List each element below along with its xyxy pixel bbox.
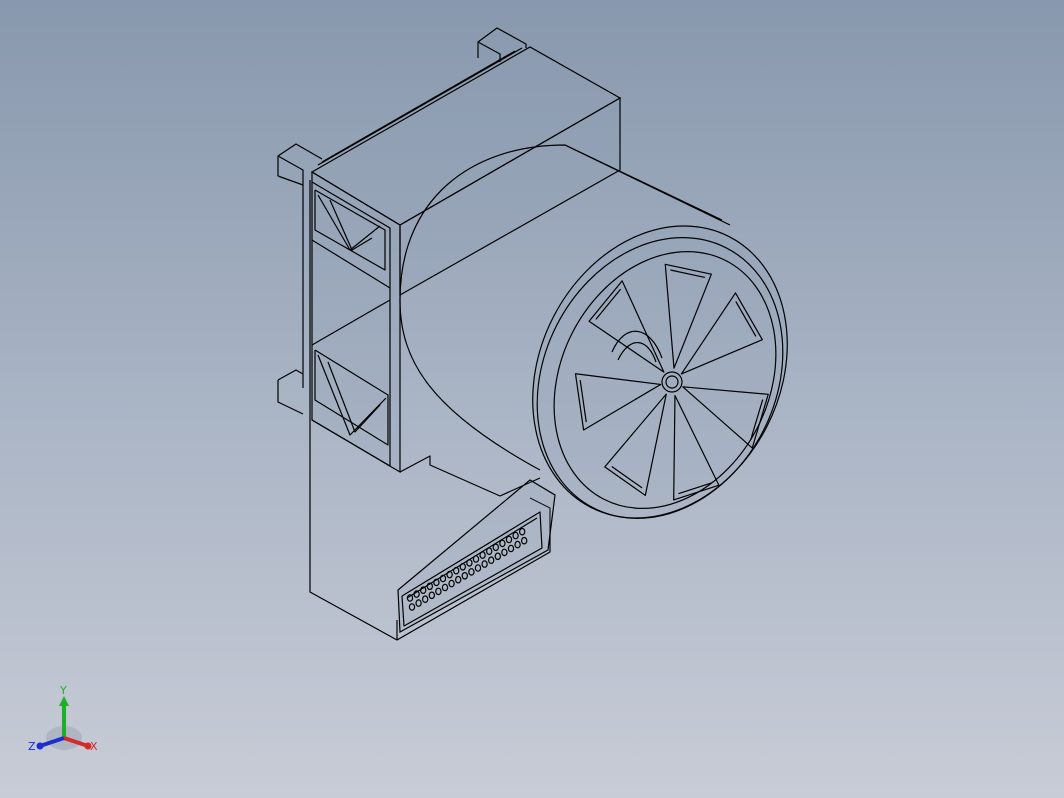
graphics-viewport[interactable]: Y X Z [0,0,1064,798]
z-arrow-icon [36,742,44,750]
fan-assembly-model[interactable] [0,0,1064,798]
x-label: X [90,740,98,753]
z-label: Z [28,740,36,753]
orientation-triad[interactable]: Y X Z [26,680,106,760]
y-arrow-icon [59,696,69,706]
connector-port [397,479,556,633]
y-label: Y [59,684,67,697]
